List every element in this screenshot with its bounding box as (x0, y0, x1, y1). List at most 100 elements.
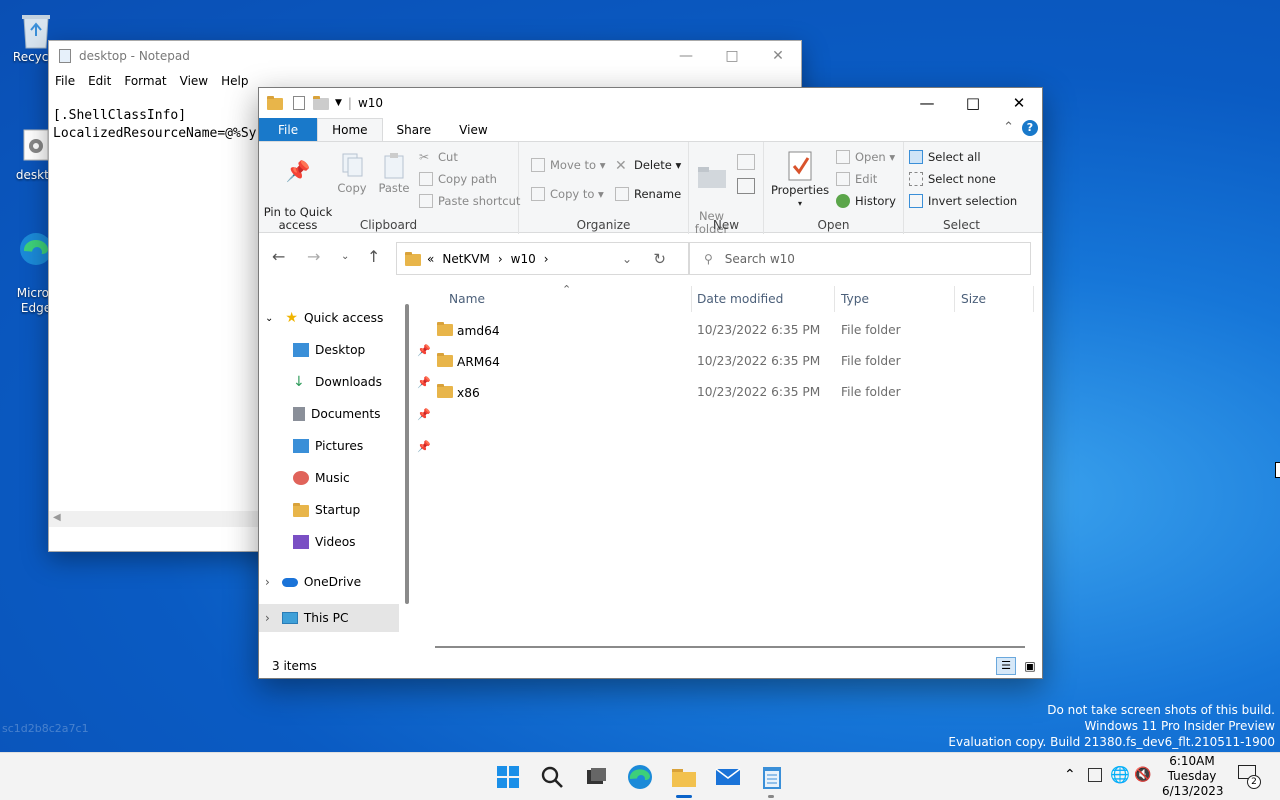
edge-taskbar-button[interactable] (626, 763, 654, 791)
nav-item-startup[interactable]: Startup (293, 494, 433, 526)
copy-icon (333, 152, 371, 182)
close-button[interactable]: ✕ (755, 41, 801, 71)
maximize-button[interactable]: □ (709, 41, 755, 71)
nav-item-desktop[interactable]: Desktop 📌 (293, 334, 433, 366)
tab-view[interactable]: View (445, 118, 501, 141)
open-group: Properties ▾ Open ▾ Edit History Open (764, 142, 904, 234)
paste-button[interactable]: Paste (375, 152, 413, 195)
start-button[interactable] (494, 763, 522, 791)
menu-file[interactable]: File (55, 74, 75, 88)
breadcrumb-netkvm[interactable]: NetKVM (442, 252, 490, 266)
qat-dropdown-icon[interactable]: ▼ (335, 98, 342, 108)
large-icons-view-button[interactable]: ▣ (1022, 658, 1038, 674)
cloud-icon (281, 577, 298, 587)
mouse-cursor-icon (1275, 462, 1280, 478)
paste-shortcut-button[interactable]: Paste shortcut (419, 194, 520, 208)
notification-center-button[interactable]: 2 (1238, 765, 1261, 789)
forward-arrow-icon[interactable]: → (307, 247, 320, 266)
nav-item-music[interactable]: Music (293, 462, 433, 494)
table-row[interactable]: ARM64 10/23/2022 6:35 PM File folder (435, 349, 1035, 375)
properties-button[interactable]: Properties ▾ (770, 150, 830, 210)
folder-icon (267, 96, 283, 110)
nav-item-documents[interactable]: Documents 📌 (293, 398, 433, 430)
properties-qat-icon[interactable] (293, 96, 305, 110)
menu-edit[interactable]: Edit (88, 74, 111, 88)
clock-date: 6/13/2023 (1162, 784, 1224, 798)
clock[interactable]: 6:10AM Tuesday 6/13/2023 (1162, 754, 1224, 799)
nav-item-downloads[interactable]: ↓ Downloads 📌 (293, 366, 433, 398)
file-type: File folder (841, 354, 901, 368)
nav-this-pc[interactable]: › This PC (259, 604, 399, 632)
menu-help[interactable]: Help (221, 74, 248, 88)
file-type: File folder (841, 323, 901, 337)
invert-selection-button[interactable]: Invert selection (909, 194, 1017, 208)
minimize-button[interactable]: — (663, 41, 709, 71)
collapse-ribbon-icon[interactable]: ⌃ (1003, 120, 1014, 135)
volume-muted-icon[interactable]: 🔇 (1134, 767, 1151, 783)
close-button[interactable]: ✕ (996, 88, 1042, 118)
column-header-size[interactable]: Size (961, 292, 986, 306)
up-arrow-icon[interactable]: ↑ (367, 247, 380, 266)
minimize-button[interactable]: — (904, 88, 950, 118)
select-all-button[interactable]: Select all (909, 150, 981, 164)
file-explorer-taskbar-button[interactable] (670, 763, 698, 791)
file-list-scrollbar[interactable] (435, 646, 1025, 648)
delete-button[interactable]: ✕ Delete ▾ (615, 158, 681, 174)
breadcrumb-w10[interactable]: w10 (511, 252, 536, 266)
select-none-button[interactable]: Select none (909, 172, 996, 186)
edit-button[interactable]: Edit (836, 172, 877, 186)
address-overflow[interactable]: « (427, 252, 434, 266)
notepad-taskbar-button[interactable] (758, 763, 786, 791)
address-bar[interactable]: « NetKVM › w10 › ⌄ ↻ (396, 242, 689, 275)
active-app-indicator (676, 795, 692, 798)
search-button[interactable] (538, 763, 566, 791)
paste-icon (375, 152, 413, 182)
table-row[interactable]: x86 10/23/2022 6:35 PM File folder (435, 380, 1035, 406)
easy-access-icon[interactable] (737, 178, 755, 194)
refresh-icon[interactable]: ↻ (653, 250, 666, 268)
tab-home[interactable]: Home (317, 118, 383, 141)
meet-now-icon[interactable] (1088, 768, 1102, 782)
history-button[interactable]: History (836, 194, 896, 208)
search-box[interactable]: ⚲ Search w10 (689, 242, 1031, 275)
desktop-icon (293, 343, 309, 357)
nav-pane-scrollbar[interactable] (405, 304, 409, 604)
rename-button[interactable]: Rename (615, 187, 681, 201)
nav-item-pictures[interactable]: Pictures 📌 (293, 430, 433, 462)
recent-locations-icon[interactable]: ⌄ (341, 251, 349, 262)
file-name-cell: ARM64 (437, 353, 500, 369)
copy-button[interactable]: Copy (333, 152, 371, 195)
folder-icon (437, 322, 453, 336)
back-arrow-icon[interactable]: ← (272, 247, 285, 266)
column-header-name[interactable]: Name (449, 292, 485, 306)
new-folder-qat-icon[interactable] (313, 96, 329, 110)
horizontal-scrollbar[interactable]: ◀ (49, 511, 259, 527)
nav-item-videos[interactable]: Videos (293, 526, 433, 558)
file-explorer-window[interactable]: ▼ | w10 — □ ✕ File Home Share View ⌃ ? 📌… (258, 87, 1043, 679)
mail-taskbar-button[interactable] (714, 763, 742, 791)
new-item-icon[interactable] (737, 154, 755, 170)
task-view-button[interactable] (582, 763, 610, 791)
column-header-date-modified[interactable]: Date modified (697, 292, 783, 306)
tab-share[interactable]: Share (383, 118, 446, 141)
network-icon[interactable]: 🌐 (1110, 765, 1130, 784)
nav-quick-access[interactable]: ⌄ ★ Quick access (265, 302, 405, 334)
menu-format[interactable]: Format (124, 74, 166, 88)
open-button[interactable]: Open ▾ (836, 150, 895, 164)
cut-button[interactable]: ✂ Cut (419, 150, 458, 164)
nav-onedrive[interactable]: › OneDrive (265, 566, 405, 598)
table-row[interactable]: amd64 10/23/2022 6:35 PM File folder (435, 318, 1035, 344)
column-header-type[interactable]: Type (841, 292, 869, 306)
show-hidden-icons-icon[interactable]: ⌃ (1064, 767, 1076, 783)
copy-path-button[interactable]: Copy path (419, 172, 497, 186)
menu-view[interactable]: View (180, 74, 208, 88)
maximize-button[interactable]: □ (950, 88, 996, 118)
tab-file[interactable]: File (259, 118, 318, 141)
help-icon[interactable]: ? (1022, 120, 1038, 136)
details-view-button[interactable]: ☰ (996, 657, 1016, 675)
item-count: 3 items (272, 659, 317, 673)
address-dropdown-icon[interactable]: ⌄ (622, 252, 632, 266)
move-to-button[interactable]: Move to ▾ (531, 158, 605, 172)
search-icon (541, 766, 563, 788)
copy-to-button[interactable]: Copy to ▾ (531, 187, 604, 201)
